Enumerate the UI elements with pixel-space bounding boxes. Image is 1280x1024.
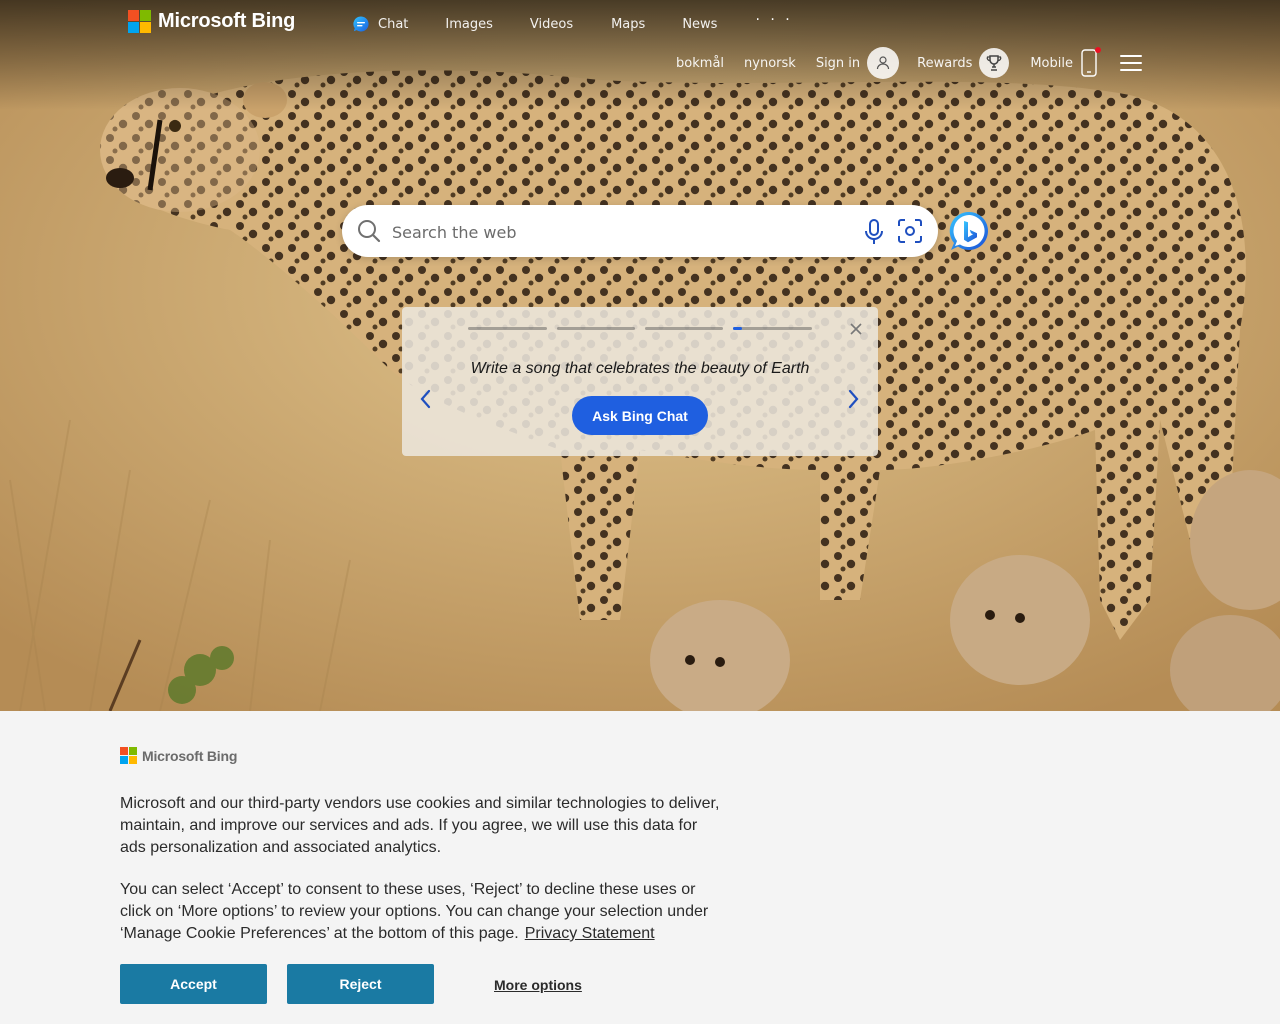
progress-step-4[interactable] (733, 327, 812, 330)
rewards-button[interactable]: Rewards (917, 48, 1010, 78)
privacy-statement-link[interactable]: Privacy Statement (525, 925, 655, 942)
mobile-button[interactable]: Mobile (1030, 47, 1101, 78)
nav-item-chat[interactable]: Chat (352, 15, 408, 33)
sign-in-button[interactable]: Sign in (815, 47, 900, 79)
bing-chat-launcher-icon[interactable] (948, 210, 990, 252)
chevron-left-icon[interactable] (418, 389, 434, 409)
cookie-brand-logo: Microsoft Bing (120, 747, 237, 764)
trophy-icon (979, 48, 1010, 78)
mobile-label: Mobile (1030, 55, 1073, 71)
nav-item-label: Maps (611, 16, 646, 32)
nav-item-label: News (682, 16, 718, 32)
close-icon[interactable] (848, 321, 864, 337)
language-bokmal-link[interactable]: bokmål (676, 56, 724, 71)
nav-item-label: Images (445, 16, 493, 32)
language-nynorsk-link[interactable]: nynorsk (744, 56, 796, 71)
progress-step-2[interactable] (557, 327, 635, 330)
search-box (342, 205, 938, 257)
progress-step-1[interactable] (468, 327, 547, 330)
nav-item-videos[interactable]: Videos (530, 17, 573, 32)
chat-suggestion-card: Write a song that celebrates the beauty … (402, 307, 878, 456)
microsoft-logo-icon (128, 10, 151, 33)
bing-chat-icon (353, 16, 369, 32)
cookie-consent-banner: Microsoft Bing Microsoft and our third-p… (0, 711, 1280, 1024)
cookie-description: Microsoft and our third-party vendors us… (120, 795, 720, 856)
notification-dot-icon (1095, 47, 1101, 53)
progress-step-4-fill (733, 327, 743, 330)
suggestion-prompt: Write a song that celebrates the beauty … (470, 360, 810, 377)
chevron-right-icon[interactable] (845, 389, 861, 409)
hamburger-menu-icon[interactable] (1120, 55, 1142, 71)
microphone-icon[interactable] (863, 219, 885, 245)
nav-item-images[interactable]: Images (445, 17, 493, 32)
header-right-controls: bokmål nynorsk Sign in Rewards Mobile (676, 46, 1142, 80)
mobile-phone-icon (1080, 47, 1101, 78)
nav-item-label: Chat (378, 16, 409, 32)
sign-in-label: Sign in (815, 55, 861, 71)
cookie-brand-name: Microsoft Bing (142, 747, 238, 764)
progress-step-3[interactable] (645, 327, 723, 330)
user-avatar-icon (867, 47, 900, 79)
search-input[interactable] (390, 215, 834, 249)
accept-button[interactable]: Accept (120, 964, 267, 1004)
brand-name: Microsoft Bing (158, 10, 296, 32)
nav-item-label: Videos (529, 16, 574, 32)
top-navigation: Chat Images Videos Maps News · · · (352, 12, 793, 34)
nav-item-news[interactable]: News (682, 17, 717, 32)
nav-item-maps[interactable]: Maps (611, 17, 645, 32)
visual-search-icon[interactable] (897, 218, 923, 244)
microsoft-logo-icon (120, 747, 137, 764)
bing-logo-link[interactable]: Microsoft Bing (128, 10, 295, 33)
cookie-options-text: You can select ‘Accept’ to consent to th… (120, 879, 720, 945)
search-icon[interactable] (357, 219, 381, 243)
reject-button[interactable]: Reject (287, 964, 434, 1004)
more-options-link[interactable]: More options (494, 977, 582, 993)
more-menu-icon[interactable]: · · · (755, 12, 792, 28)
ask-bing-chat-button[interactable]: Ask Bing Chat (572, 396, 708, 435)
rewards-label: Rewards (917, 55, 973, 71)
